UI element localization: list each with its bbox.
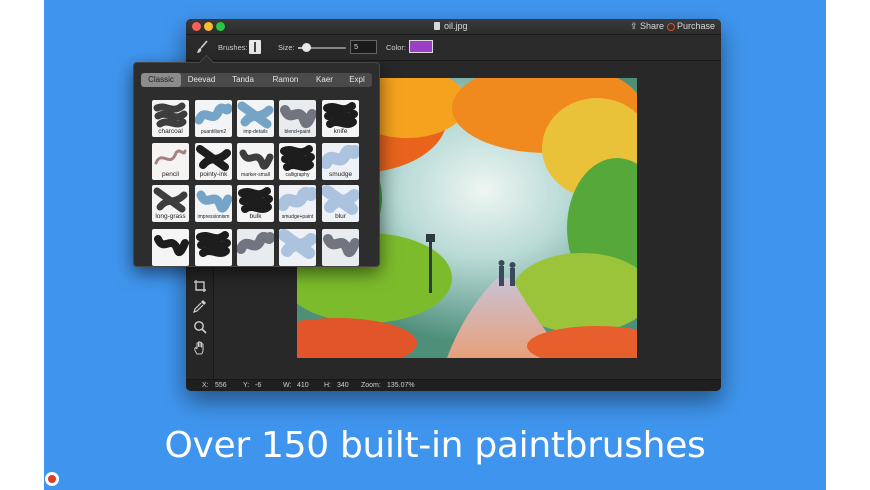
brush-row4-col1[interactable] (152, 229, 189, 266)
status-x-label: X: (202, 382, 209, 389)
brush-label: imp-details (243, 129, 268, 135)
brush-label: puantilism2 (200, 129, 227, 135)
brush-label: knife (333, 128, 348, 135)
zoom-window-button[interactable] (216, 22, 225, 31)
promo-headline: Over 150 built-in paintbrushes (164, 425, 706, 466)
brush-row4-col4[interactable] (279, 229, 316, 266)
size-input[interactable]: 5 (350, 40, 377, 54)
purchase-icon (667, 23, 675, 31)
brush-charcoal[interactable]: charcoal (152, 100, 189, 137)
brush-label: blend+paint (284, 129, 311, 135)
status-w-value: 410 (297, 382, 309, 389)
brush-pencil[interactable]: pencil (152, 143, 189, 180)
brush-label: smudge+paint (281, 214, 314, 220)
brush-stroke-preview (237, 232, 274, 254)
status-bar: X: 556 Y: -6 W: 410 H: 340 Zoom: 135.07% (186, 379, 721, 391)
document-icon (434, 22, 440, 30)
tab-expl[interactable]: Expl (342, 73, 372, 87)
status-y-label: Y: (243, 382, 250, 389)
brush-label: blur (335, 213, 346, 220)
brush-category-tabs: Classic Deevad Tanda Ramon Kaer Expl (141, 73, 372, 87)
brush-row4-col5[interactable] (322, 229, 359, 266)
document-title: oil.jpg (434, 20, 468, 33)
tab-kaer[interactable]: Kaer (307, 73, 342, 87)
brush-stroke-preview (323, 234, 359, 257)
tab-tanda[interactable]: Tanda (222, 73, 264, 87)
brush-stroke-preview (154, 235, 189, 256)
toolbar: Brushes: Size: 5 Color: (186, 35, 721, 61)
document-title-text: oil.jpg (444, 21, 468, 31)
brush-picker-popover: Classic Deevad Tanda Ramon Kaer Expl charcoal… (133, 54, 380, 267)
status-h-value: 340 (337, 382, 349, 389)
brush-smudge[interactable]: smudge (322, 143, 359, 180)
minimize-window-button[interactable] (204, 22, 213, 31)
brush-imp-details[interactable]: imp-details (237, 100, 274, 137)
brush-row4-col2[interactable] (195, 229, 232, 266)
brush-stroke-preview (279, 229, 316, 259)
brush-label: pointy-ink (199, 171, 228, 178)
brush-row4-col3[interactable] (237, 229, 274, 266)
magnifier-icon[interactable] (193, 320, 207, 334)
tab-classic[interactable]: Classic (141, 73, 181, 87)
brush-label: marker-small (241, 172, 270, 178)
brush-long-grass[interactable]: long-grass (152, 185, 189, 222)
brush-label: calligraphy (285, 172, 310, 178)
hand-icon[interactable] (193, 341, 207, 355)
status-h-label: H: (324, 382, 331, 389)
tab-deevad[interactable]: Deevad (181, 73, 222, 87)
brush-pointy-ink[interactable]: pointy-ink (195, 143, 232, 180)
share-icon: ⇪ (630, 21, 641, 31)
color-swatch[interactable] (409, 40, 433, 53)
brush-label: smudge (328, 171, 353, 178)
crop-icon[interactable] (193, 279, 207, 293)
tab-ramon[interactable]: Ramon (264, 73, 307, 87)
share-button[interactable]: ⇪ Share (630, 20, 664, 33)
brush-bulk[interactable]: bulk (237, 185, 274, 222)
title-bar: oil.jpg ⇪ Share Purchase (186, 19, 721, 35)
brush-label: pencil (162, 171, 179, 178)
status-zoom-label: Zoom: (361, 382, 381, 389)
share-label: Share (640, 21, 665, 31)
size-label: Size: (278, 43, 295, 52)
brush-blend-paint[interactable]: blend+paint (279, 100, 316, 137)
brush-label: bulk (249, 213, 262, 220)
brush-stroke-preview (196, 231, 231, 257)
brushes-label: Brushes: (218, 43, 248, 52)
purchase-button[interactable]: Purchase (667, 20, 715, 33)
status-w-label: W: (283, 382, 292, 389)
brush-label: charcoal (158, 128, 183, 135)
status-y-value: -6 (255, 382, 262, 389)
status-zoom-value: 135.07% (387, 382, 415, 389)
brush-knife[interactable]: knife (322, 100, 359, 137)
brush-blur[interactable]: blur (322, 185, 359, 222)
status-x-value: 556 (215, 382, 227, 389)
eyedropper-icon[interactable] (193, 299, 207, 313)
close-window-button[interactable] (192, 22, 201, 31)
purchase-label: Purchase (677, 21, 716, 31)
size-slider-knob[interactable] (301, 43, 311, 52)
color-label: Color: (386, 43, 407, 52)
brush-preview-button[interactable] (249, 40, 261, 54)
brush-impressionism[interactable]: impressionism (195, 185, 232, 222)
brush-puantilism2[interactable]: puantilism2 (195, 100, 232, 137)
brush-label: impressionism (197, 214, 230, 220)
brush-smudge-paint[interactable]: smudge+paint (279, 185, 316, 222)
brush-calligraphy[interactable]: calligraphy (279, 143, 316, 180)
brush-label: long-grass (155, 213, 186, 220)
paintbrush-icon[interactable] (195, 40, 209, 54)
brush-marker-small[interactable]: marker-small (237, 143, 274, 180)
watermark-logo-icon (45, 472, 59, 486)
